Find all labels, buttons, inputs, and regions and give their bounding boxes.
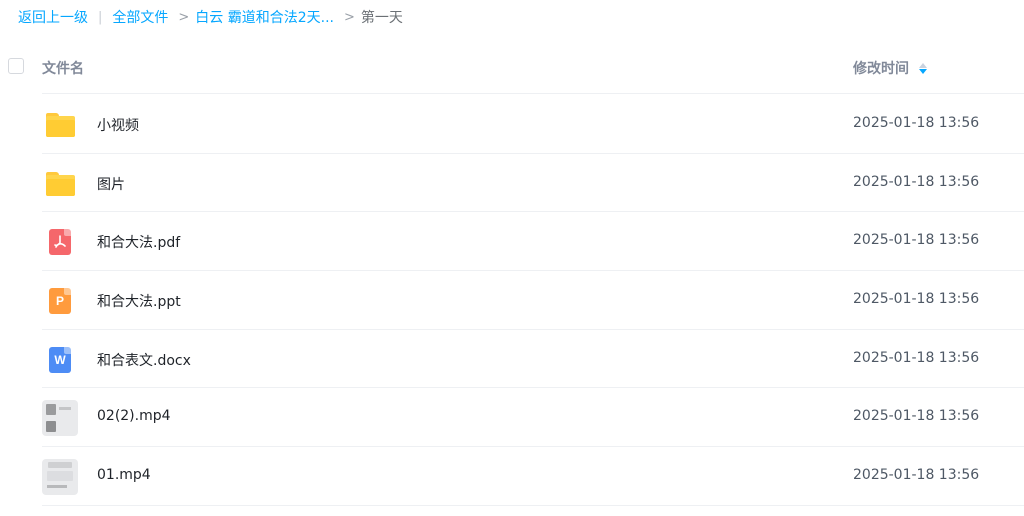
word-file-icon: W xyxy=(42,342,78,378)
file-name[interactable]: 图片 xyxy=(97,174,125,194)
file-name[interactable]: 02(2).mp4 xyxy=(97,408,171,424)
breadcrumb: 返回上一级 | 全部文件 > 白云 霸道和合法2天... > 第一天 xyxy=(18,0,403,34)
select-all-checkbox[interactable] xyxy=(8,58,24,74)
list-item[interactable]: W 和合表文.docx 2025-01-18 13:56 xyxy=(42,330,1024,389)
file-name[interactable]: 和合表文.docx xyxy=(97,350,191,370)
column-header-time[interactable]: 修改时间 xyxy=(853,58,927,78)
file-modified-time: 2025-01-18 13:56 xyxy=(853,173,980,190)
file-modified-time: 2025-01-18 13:56 xyxy=(853,115,980,131)
file-name[interactable]: 和合大法.pdf xyxy=(97,232,180,252)
list-item[interactable]: P 和合大法.ppt 2025-01-18 13:56 xyxy=(42,271,1024,330)
file-modified-time: 2025-01-18 13:56 xyxy=(853,291,980,308)
column-header-time-label: 修改时间 xyxy=(853,61,909,77)
header-divider xyxy=(42,93,1024,94)
column-header-name[interactable]: 文件名 xyxy=(42,58,84,78)
list-item[interactable]: 小视频 2025-01-18 13:56 xyxy=(42,95,1024,154)
breadcrumb-separator-icon: > xyxy=(344,9,355,25)
ppt-file-icon: P xyxy=(42,283,78,319)
video-thumbnail xyxy=(42,400,78,437)
list-item[interactable]: 01.mp4 2025-01-18 13:56 xyxy=(42,447,1024,506)
list-header: 文件名 修改时间 xyxy=(0,42,1024,94)
sort-down-icon xyxy=(919,68,927,74)
file-modified-time: 2025-01-18 13:56 xyxy=(853,467,980,484)
file-modified-time: 2025-01-18 13:56 xyxy=(853,232,980,249)
folder-icon xyxy=(42,166,78,202)
sort-icon[interactable] xyxy=(919,62,927,74)
file-list: 小视频 2025-01-18 13:56 图片 2025-01-18 13:56… xyxy=(0,95,1024,506)
breadcrumb-current: 第一天 xyxy=(360,10,403,26)
back-link[interactable]: 返回上一级 xyxy=(18,7,88,27)
file-name[interactable]: 和合大法.ppt xyxy=(97,291,181,311)
list-item[interactable]: 02(2).mp4 2025-01-18 13:56 xyxy=(42,388,1024,448)
breadcrumb-divider: | xyxy=(98,9,103,25)
breadcrumb-separator-icon: > xyxy=(178,9,190,25)
breadcrumb-parent-folder[interactable]: 白云 霸道和合法2天... xyxy=(195,7,334,27)
video-thumbnail xyxy=(42,459,78,496)
list-item[interactable]: 和合大法.pdf 2025-01-18 13:56 xyxy=(42,212,1024,272)
file-name[interactable]: 小视频 xyxy=(97,115,139,135)
file-modified-time: 2025-01-18 13:56 xyxy=(853,408,980,425)
file-name[interactable]: 01.mp4 xyxy=(97,467,151,483)
sort-up-icon xyxy=(919,62,927,68)
pdf-file-icon xyxy=(42,224,78,260)
breadcrumb-all-files[interactable]: 全部文件 xyxy=(112,7,168,27)
file-modified-time: 2025-01-18 13:56 xyxy=(853,349,980,366)
list-item[interactable]: 图片 2025-01-18 13:56 xyxy=(42,154,1024,213)
folder-icon xyxy=(42,107,78,143)
